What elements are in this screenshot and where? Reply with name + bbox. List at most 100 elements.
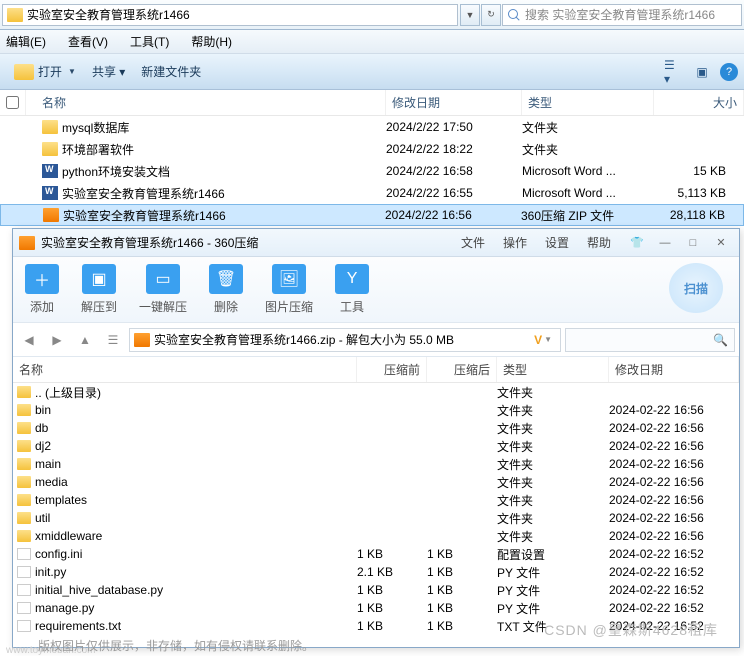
- help-icon[interactable]: ?: [720, 63, 738, 81]
- zip-file-date: 2024-02-22 16:56: [609, 529, 739, 543]
- zip-row[interactable]: main文件夹2024-02-22 16:56: [13, 455, 739, 473]
- column-date[interactable]: 修改日期: [386, 90, 522, 115]
- zip-menu-file[interactable]: 文件: [461, 234, 485, 251]
- zip-col-date[interactable]: 修改日期: [609, 357, 739, 382]
- add-button[interactable]: ＋添加: [25, 264, 59, 315]
- view-options-icon[interactable]: ☰ ▾: [664, 62, 684, 82]
- file-icon: [17, 620, 31, 632]
- watermark-text: 版权图片仅供展示，非存储，如有侵权请联系删除。: [38, 637, 314, 654]
- zip-file-type: PY 文件: [497, 582, 609, 599]
- nav-refresh[interactable]: ↻: [481, 4, 501, 26]
- preview-pane-icon[interactable]: ▣: [692, 62, 712, 82]
- forward-button[interactable]: ▶: [45, 328, 69, 352]
- zip-window: 实验室安全教育管理系统r1466 - 360压缩 文件 操作 设置 帮助 👕 —…: [12, 228, 740, 648]
- zip-row[interactable]: db文件夹2024-02-22 16:56: [13, 419, 739, 437]
- folder-icon: [42, 120, 58, 134]
- nav-dropdown[interactable]: ▼: [460, 4, 480, 26]
- zip-path[interactable]: 实验室安全教育管理系统r1466.zip - 解包大小为 55.0 MB V ▼: [129, 328, 561, 352]
- open-button[interactable]: 打开 ▼: [6, 59, 84, 84]
- select-all-checkbox[interactable]: [6, 96, 19, 109]
- menu-view[interactable]: 查看(V): [64, 31, 112, 52]
- zip-col-type[interactable]: 类型: [497, 357, 609, 382]
- column-name[interactable]: 名称: [26, 90, 386, 115]
- one-click-extract-button[interactable]: ▭一键解压: [139, 264, 187, 315]
- file-row[interactable]: 环境部署软件2024/2/22 18:22文件夹: [0, 138, 744, 160]
- zip-col-before[interactable]: 压缩前: [357, 357, 427, 382]
- extract-to-button[interactable]: ▣解压到: [81, 264, 117, 315]
- zip-size-before: 1 KB: [357, 619, 427, 633]
- file-row[interactable]: python环境安装文档2024/2/22 16:58Microsoft Wor…: [0, 160, 744, 182]
- zip-row[interactable]: util文件夹2024-02-22 16:56: [13, 509, 739, 527]
- zip-icon: [43, 208, 59, 222]
- search-icon: 🔍: [713, 333, 728, 347]
- zip-file-type: 文件夹: [497, 402, 609, 419]
- chevron-down-icon[interactable]: ▼: [544, 335, 552, 344]
- up-button[interactable]: ▲: [73, 328, 97, 352]
- list-view-icon[interactable]: ☰: [101, 328, 125, 352]
- delete-icon: 🗑: [209, 264, 243, 294]
- close-button[interactable]: ✕: [709, 234, 733, 252]
- zip-row[interactable]: config.ini1 KB1 KB配置设置2024-02-22 16:52: [13, 545, 739, 563]
- address-path[interactable]: 实验室安全教育管理系统r1466: [2, 4, 458, 26]
- zip-col-name[interactable]: 名称: [13, 357, 357, 382]
- watermark-csdn: CSDN @皇森斯4628租库: [544, 620, 718, 640]
- zip-row[interactable]: initial_hive_database.py1 KB1 KBPY 文件202…: [13, 581, 739, 599]
- zip-row[interactable]: templates文件夹2024-02-22 16:56: [13, 491, 739, 509]
- folder-icon: [42, 142, 58, 156]
- zip-file-name: manage.py: [35, 601, 94, 615]
- zip-row[interactable]: xmiddleware文件夹2024-02-22 16:56: [13, 527, 739, 545]
- file-icon: [17, 548, 31, 560]
- zip-row[interactable]: dj2文件夹2024-02-22 16:56: [13, 437, 739, 455]
- image-compress-button[interactable]: 🖼图片压缩: [265, 264, 313, 315]
- zip-search[interactable]: 🔍: [565, 328, 735, 352]
- toolbar-right: ☰ ▾ ▣ ?: [664, 62, 738, 82]
- minimize-button[interactable]: —: [653, 234, 677, 252]
- zip-file-type: 文件夹: [497, 492, 609, 509]
- delete-button[interactable]: 🗑删除: [209, 264, 243, 315]
- zip-col-after[interactable]: 压缩后: [427, 357, 497, 382]
- scan-button[interactable]: 扫描: [669, 263, 723, 313]
- menu-help[interactable]: 帮助(H): [187, 31, 236, 52]
- back-button[interactable]: ◀: [17, 328, 41, 352]
- menu-edit[interactable]: 编辑(E): [2, 31, 50, 52]
- file-row[interactable]: 实验室安全教育管理系统r14662024/2/22 16:55Microsoft…: [0, 182, 744, 204]
- file-size: 15 KB: [654, 164, 744, 178]
- zip-file-date: 2024-02-22 16:56: [609, 475, 739, 489]
- menu-tools[interactable]: 工具(T): [126, 31, 173, 52]
- checkbox-column[interactable]: [0, 90, 26, 115]
- zip-menu-help[interactable]: 帮助: [587, 234, 611, 251]
- zip-file-type: 文件夹: [497, 510, 609, 527]
- one-click-icon: ▭: [146, 264, 180, 294]
- zip-row[interactable]: bin文件夹2024-02-22 16:56: [13, 401, 739, 419]
- maximize-button[interactable]: □: [681, 234, 705, 252]
- window-controls: 👕 — □ ✕: [625, 234, 733, 252]
- zip-row[interactable]: manage.py1 KB1 KBPY 文件2024-02-22 16:52: [13, 599, 739, 617]
- file-row[interactable]: 实验室安全教育管理系统r14662024/2/22 16:56360压缩 ZIP…: [0, 204, 744, 226]
- file-type: 360压缩 ZIP 文件: [521, 207, 653, 224]
- folder-icon: [17, 458, 31, 470]
- address-bar: 实验室安全教育管理系统r1466 ▼ ↻ 搜索 实验室安全教育管理系统r1466: [0, 0, 744, 30]
- file-date: 2024/2/22 17:50: [386, 120, 522, 134]
- column-type[interactable]: 类型: [522, 90, 654, 115]
- skin-button[interactable]: 👕: [625, 234, 649, 252]
- file-date: 2024/2/22 16:56: [385, 208, 521, 222]
- new-folder-button[interactable]: 新建文件夹: [133, 59, 209, 84]
- zip-titlebar[interactable]: 实验室安全教育管理系统r1466 - 360压缩 文件 操作 设置 帮助 👕 —…: [13, 229, 739, 257]
- zip-row[interactable]: init.py2.1 KB1 KBPY 文件2024-02-22 16:52: [13, 563, 739, 581]
- zip-row[interactable]: .. (上级目录)文件夹: [13, 383, 739, 401]
- column-size[interactable]: 大小: [654, 90, 744, 115]
- new-folder-label: 新建文件夹: [141, 63, 201, 80]
- file-row[interactable]: mysql数据库2024/2/22 17:50文件夹: [0, 116, 744, 138]
- zip-file-name: util: [35, 511, 50, 525]
- tools-button[interactable]: Y工具: [335, 264, 369, 315]
- zip-row[interactable]: media文件夹2024-02-22 16:56: [13, 473, 739, 491]
- zip-size-before: 1 KB: [357, 547, 427, 561]
- search-box[interactable]: 搜索 实验室安全教育管理系统r1466: [502, 4, 742, 26]
- share-button[interactable]: 共享 ▾: [84, 59, 133, 84]
- zip-toolbar: ＋添加 ▣解压到 ▭一键解压 🗑删除 🖼图片压缩 Y工具 扫描: [13, 257, 739, 323]
- zip-file-name: media: [35, 475, 68, 489]
- zip-file-type: 文件夹: [497, 528, 609, 545]
- zip-menu-operate[interactable]: 操作: [503, 234, 527, 251]
- zip-menu-settings[interactable]: 设置: [545, 234, 569, 251]
- zip-size-before: 1 KB: [357, 583, 427, 597]
